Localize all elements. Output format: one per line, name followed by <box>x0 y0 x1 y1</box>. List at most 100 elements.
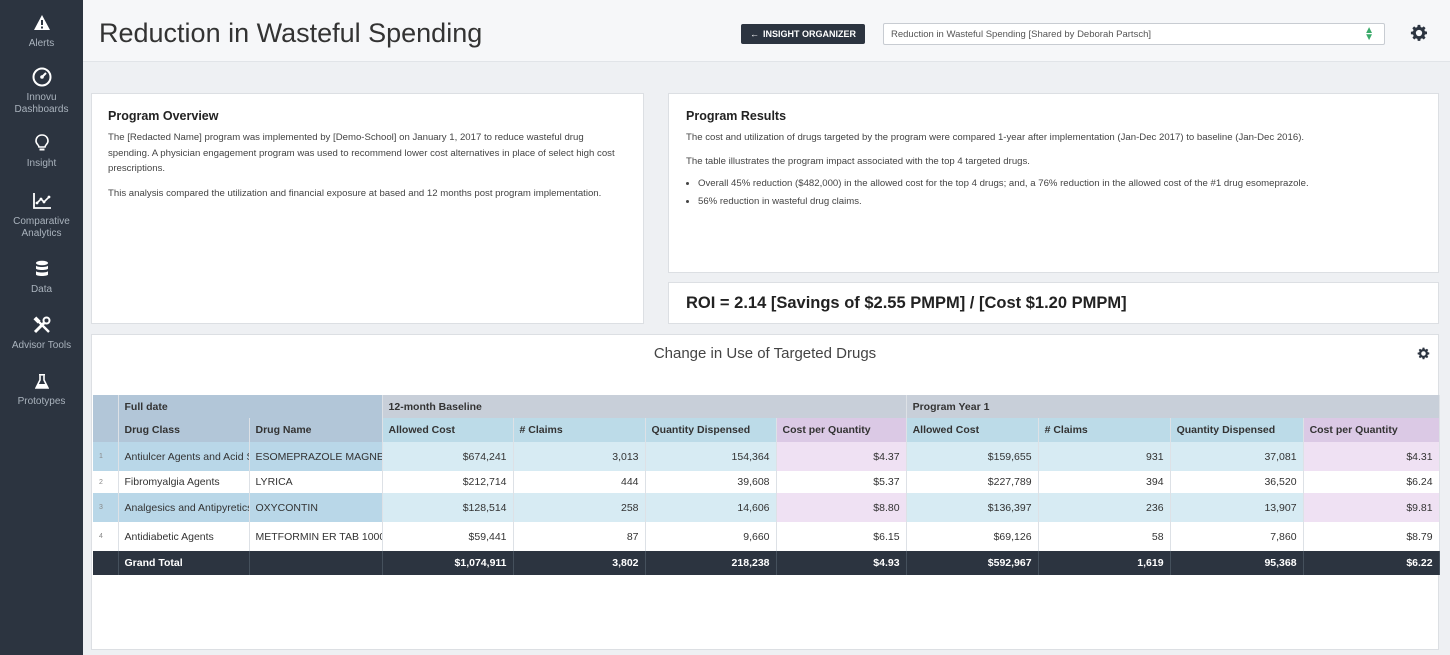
sidebar-item-comparative-analytics[interactable]: Comparative Analytics <box>0 170 83 240</box>
select-arrows-icon: ▲ ▼ <box>1364 25 1374 43</box>
table-cell: $8.79 <box>1303 522 1440 551</box>
table-cell: $59,441 <box>382 522 514 551</box>
overview-paragraph: This analysis compared the utilization a… <box>108 187 602 199</box>
table-cell: $6.15 <box>776 522 907 551</box>
table-cell: 3,802 <box>513 551 646 575</box>
table-header-cell: Allowed Cost <box>906 418 1039 442</box>
results-bullet: Overall 45% reduction ($482,000) in the … <box>698 176 1421 192</box>
table-header-cell: Allowed Cost <box>382 418 514 442</box>
program-overview-card: Program Overview The [Redacted Name] pro… <box>91 93 644 324</box>
table-cell: 931 <box>1038 442 1171 471</box>
insight-selector[interactable]: Reduction in Wasteful Spending [Shared b… <box>883 23 1385 45</box>
sidebar-item-label: Prototypes <box>17 396 66 407</box>
table-row: 1 Antiulcer Agents and Acid Suppressants… <box>93 442 1440 471</box>
grand-total-row: Grand Total $1,074,911 3,802 218,238 $4.… <box>93 551 1440 575</box>
table-row: 3 Analgesics and Antipyretics OXYCONTIN … <box>93 493 1440 522</box>
sidebar-item-insight[interactable]: Insight <box>0 116 83 170</box>
targeted-drugs-card: Change in Use of Targeted Drugs Full dat… <box>91 334 1440 650</box>
table-cell: 9,660 <box>645 522 777 551</box>
drug-name-cell: OXYCONTIN <box>249 493 383 522</box>
table-cell: 154,364 <box>645 442 777 471</box>
row-index: 2 <box>93 471 119 493</box>
table-cell: 7,860 <box>1170 522 1304 551</box>
gear-icon[interactable] <box>1410 24 1428 42</box>
table-cell <box>249 551 383 575</box>
table-cell: $69,126 <box>906 522 1039 551</box>
table-header-cell: Drug Class <box>118 418 250 442</box>
grand-total-label: Grand Total <box>118 551 250 575</box>
sidebar-item-prototypes[interactable]: Prototypes <box>0 352 83 408</box>
arrow-left-icon: ← <box>750 29 759 39</box>
table-cell: $4.93 <box>776 551 907 575</box>
table-header-cell: # Claims <box>513 418 646 442</box>
table-cell: $212,714 <box>382 471 514 493</box>
drug-class-cell: Antiulcer Agents and Acid Suppressants <box>118 442 250 471</box>
gear-icon[interactable] <box>1417 347 1430 360</box>
tools-icon <box>29 312 55 338</box>
alert-icon <box>29 10 55 36</box>
table-cell: 87 <box>513 522 646 551</box>
results-bullet: 56% reduction in wasteful drug claims. <box>698 194 1421 210</box>
table-cell: 95,368 <box>1170 551 1304 575</box>
table-cell: $9.81 <box>1303 493 1440 522</box>
table-cell: 14,606 <box>645 493 777 522</box>
sidebar-item-dashboards[interactable]: Innovu Dashboards <box>0 50 83 116</box>
table-row: 2 Fibromyalgia Agents LYRICA $212,714 44… <box>93 471 1440 493</box>
table-cell: $128,514 <box>382 493 514 522</box>
sidebar-item-data[interactable]: Data <box>0 240 83 296</box>
table-cell: 444 <box>513 471 646 493</box>
table-cell: 1,619 <box>1038 551 1171 575</box>
insight-organizer-button[interactable]: ← INSIGHT ORGANIZER <box>741 24 866 44</box>
table-row: 4 Antidiabetic Agents METFORMIN ER TAB 1… <box>93 522 1440 551</box>
table-header-cell: Quantity Dispensed <box>1170 418 1304 442</box>
table-cell: $4.37 <box>776 442 907 471</box>
roi-card: ROI = 2.14 [Savings of $2.55 PMPM] / [Co… <box>668 282 1439 324</box>
sidebar-item-advisor-tools[interactable]: Advisor Tools <box>0 296 83 352</box>
table-cell: $592,967 <box>906 551 1039 575</box>
program-overview-title: Program Overview <box>108 109 219 123</box>
table-header-cell: Cost per Quantity <box>776 418 907 442</box>
table-header-cell: Cost per Quantity <box>1303 418 1440 442</box>
table-cell: $4.31 <box>1303 442 1440 471</box>
drugs-table: Full date 12-month Baseline Program Year… <box>93 395 1440 575</box>
roi-text: ROI = 2.14 [Savings of $2.55 PMPM] / [Co… <box>686 294 1127 312</box>
table-cell: 3,013 <box>513 442 646 471</box>
drug-class-cell: Analgesics and Antipyretics <box>118 493 250 522</box>
table-cell: 39,608 <box>645 471 777 493</box>
table-cell <box>93 551 119 575</box>
flask-icon <box>29 368 55 394</box>
overview-paragraph: The [Redacted Name] program was implemen… <box>108 132 615 174</box>
table-cell: 36,520 <box>1170 471 1304 493</box>
table-cell: $674,241 <box>382 442 514 471</box>
sidebar: Alerts Innovu Dashboards Insight Compara… <box>0 0 83 655</box>
drug-class-cell: Fibromyalgia Agents <box>118 471 250 493</box>
table-header-cell <box>93 418 119 442</box>
sidebar-item-alerts[interactable]: Alerts <box>0 0 83 50</box>
sidebar-item-label: Innovu Dashboards <box>14 92 69 115</box>
table-header-cell: Drug Name <box>249 418 383 442</box>
table-cell: 13,907 <box>1170 493 1304 522</box>
program-results-title: Program Results <box>686 109 787 123</box>
analytics-icon <box>29 188 55 214</box>
drug-class-cell: Antidiabetic Agents <box>118 522 250 551</box>
table-cell: 58 <box>1038 522 1171 551</box>
results-paragraph: The table illustrates the program impact… <box>686 155 1030 167</box>
table-cell: 218,238 <box>645 551 777 575</box>
results-paragraph: The cost and utilization of drugs target… <box>686 132 1305 143</box>
table-cell: 236 <box>1038 493 1171 522</box>
page-title: Reduction in Wasteful Spending <box>99 18 483 48</box>
database-icon <box>29 256 55 282</box>
drug-name-cell: LYRICA <box>249 471 383 493</box>
row-index: 1 <box>93 442 119 471</box>
lightbulb-icon <box>29 130 55 156</box>
table-header-cell: Full date <box>118 395 383 418</box>
table-cell: $159,655 <box>906 442 1039 471</box>
table-cell: $6.22 <box>1303 551 1440 575</box>
table-header-cell: Quantity Dispensed <box>645 418 777 442</box>
sidebar-item-label: Alerts <box>28 38 55 49</box>
sidebar-item-label: Insight <box>26 158 57 169</box>
header: Reduction in Wasteful Spending ← INSIGHT… <box>83 0 1450 62</box>
table-header-cell: 12-month Baseline <box>382 395 907 418</box>
insight-organizer-label: INSIGHT ORGANIZER <box>763 29 857 39</box>
table-group-header-row: Full date 12-month Baseline Program Year… <box>93 395 1440 418</box>
